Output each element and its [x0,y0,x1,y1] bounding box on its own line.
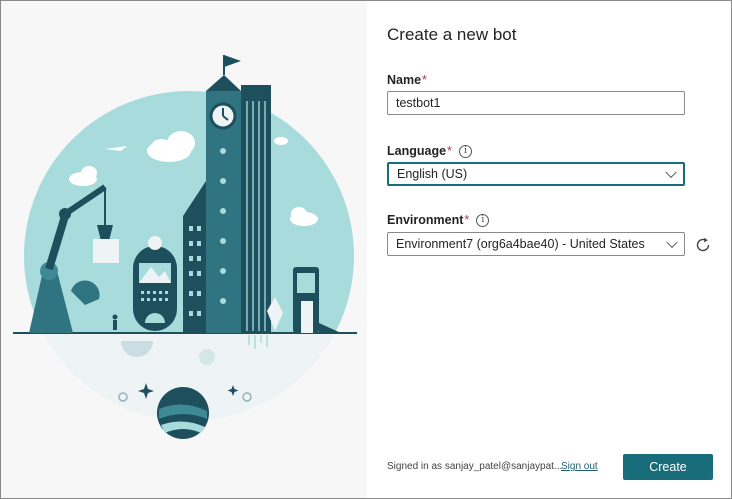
name-label-row: Name * [387,73,427,87]
environment-select[interactable]: Environment7 (org6a4bae40) - United Stat… [387,232,685,256]
required-marker: * [464,213,470,227]
dialog-title: Create a new bot [387,25,517,44]
required-marker: * [447,144,452,158]
refresh-icon[interactable] [694,236,712,254]
required-marker: * [422,73,427,87]
environment-label-row: Environment * i [387,213,490,227]
illustration-panel [1,1,367,498]
chevron-down-icon [666,236,678,249]
info-icon[interactable]: i [476,213,490,227]
clock-tower [206,55,271,333]
language-label-row: Language * i [387,144,472,158]
environment-select-value: Environment7 (org6a4bae40) - United Stat… [396,237,645,251]
planet-icon [157,387,209,439]
flag-icon [224,55,241,67]
create-button[interactable]: Create [623,454,713,480]
info-icon[interactable]: i [458,144,472,158]
signed-in-text: Signed in as sanjay_patel@sanjaypat... [387,461,563,472]
language-select[interactable]: English (US) [387,162,685,186]
person-figure [112,314,118,330]
chevron-down-icon [665,166,677,179]
language-select-value: English (US) [397,167,468,181]
environment-label: Environment [387,213,464,227]
language-label: Language [387,144,447,158]
form-panel: Create a new bot Name* Language* i Engli… [367,1,731,498]
sign-out-link[interactable]: Sign out [561,461,598,472]
name-input[interactable] [387,91,685,115]
city-illustration [13,55,357,439]
create-bot-dialog: Create a new bot Name* Language* i Engli… [0,0,732,499]
name-label: Name [387,73,422,87]
